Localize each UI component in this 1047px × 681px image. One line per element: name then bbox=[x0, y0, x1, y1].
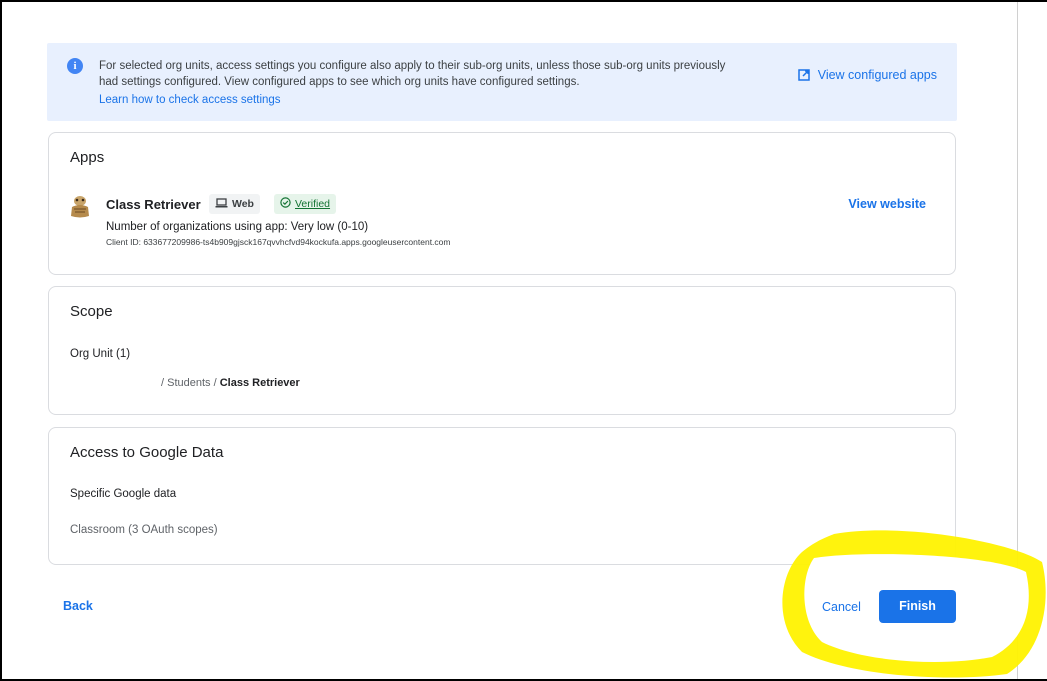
verified-chip-label: Verified bbox=[295, 198, 331, 210]
laptop-icon bbox=[215, 197, 228, 211]
access-type-label: Specific Google data bbox=[70, 488, 177, 500]
web-chip-label: Web bbox=[232, 198, 254, 210]
view-website-link[interactable]: View website bbox=[848, 197, 926, 211]
org-unit-count: Org Unit (1) bbox=[70, 348, 131, 360]
org-unit-path: / Students / Class Retriever bbox=[161, 377, 300, 389]
app-org-count: Number of organizations using app: Very … bbox=[106, 221, 369, 233]
learn-access-settings-link[interactable]: Learn how to check access settings bbox=[99, 94, 281, 106]
check-circle-icon bbox=[280, 197, 291, 211]
finish-button[interactable]: Finish bbox=[879, 590, 956, 623]
org-unit-path-leaf: Class Retriever bbox=[219, 377, 300, 389]
app-name: Class Retriever bbox=[106, 197, 201, 212]
right-divider bbox=[1017, 2, 1018, 679]
scope-card: Scope Org Unit (1) / Students / Class Re… bbox=[48, 286, 956, 415]
org-unit-path-prefix: / Students / bbox=[161, 377, 217, 389]
apps-card-title: Apps bbox=[70, 149, 105, 166]
info-banner: i For selected org units, access setting… bbox=[47, 43, 957, 121]
app-client-id: Client ID: 633677209986-ts4b909gjsck167q… bbox=[106, 237, 451, 247]
info-icon: i bbox=[67, 58, 83, 74]
verified-chip[interactable]: Verified bbox=[274, 194, 337, 214]
view-configured-apps-link[interactable]: View configured apps bbox=[797, 68, 937, 82]
back-button[interactable]: Back bbox=[63, 599, 93, 613]
cancel-button[interactable]: Cancel bbox=[822, 600, 861, 614]
apps-card: Apps Class Retriever Web Verified Number… bbox=[48, 132, 956, 275]
oauth-scopes-label: Classroom (3 OAuth scopes) bbox=[70, 524, 218, 536]
access-card-title: Access to Google Data bbox=[70, 444, 224, 461]
banner-text: For selected org units, access settings … bbox=[99, 60, 726, 88]
app-logo bbox=[69, 195, 91, 219]
web-chip: Web bbox=[209, 194, 260, 214]
scope-card-title: Scope bbox=[70, 303, 113, 320]
window-frame: i For selected org units, access setting… bbox=[0, 0, 1047, 681]
view-configured-apps-label: View configured apps bbox=[817, 68, 937, 82]
access-card: Access to Google Data Specific Google da… bbox=[48, 427, 956, 565]
open-in-new-icon bbox=[797, 69, 810, 81]
